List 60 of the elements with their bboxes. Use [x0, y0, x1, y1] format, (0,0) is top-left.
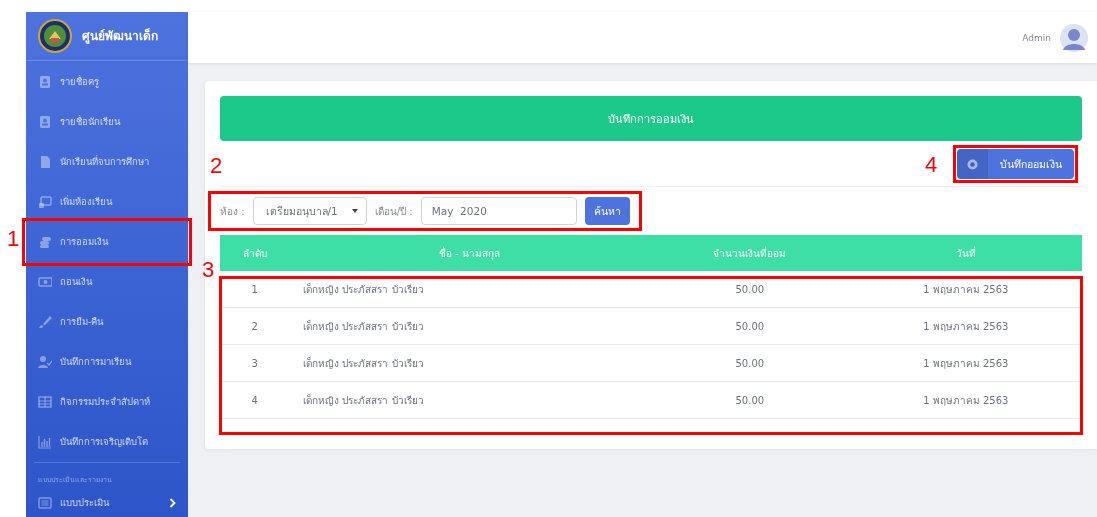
avatar-icon[interactable]: [1059, 22, 1089, 53]
sidebar-item[interactable]: รายชื่อครู: [26, 61, 188, 102]
table-cell: 1 พฤษภาคม 2563: [849, 307, 1082, 345]
sidebar-item[interactable]: บันทึกการเจริญเติบโต: [26, 421, 188, 462]
month-field[interactable]: May 2020: [420, 197, 577, 225]
table-cell: เด็กหญิง ประภัสสรา บัวเรียว: [289, 344, 650, 382]
page-banner: บันทึกการออมเงิน: [220, 96, 1082, 141]
callout-number: 3: [202, 259, 215, 281]
sidebar-item[interactable]: รายชื่อนักเรียน: [26, 101, 188, 142]
chevron-right-icon: [169, 497, 176, 508]
table-cell: 3: [220, 344, 290, 382]
table-cell: 1 พฤษภาคม 2563: [849, 344, 1082, 382]
contact-card-icon: [38, 74, 52, 89]
bar-chart-icon: [38, 434, 52, 449]
column-header: ลำดับ: [220, 235, 290, 271]
table-cell: 1: [220, 271, 290, 308]
month-label: เดือน/ปี :: [374, 204, 413, 219]
table-cell: 4: [220, 381, 290, 419]
list-icon: [38, 495, 52, 510]
coins-icon: [38, 234, 52, 249]
file-icon: [38, 154, 52, 169]
table-cell: 50.00: [649, 307, 850, 345]
banknote-icon: [38, 274, 52, 289]
callout-number: 1: [7, 227, 20, 250]
coin-icon: [967, 158, 978, 170]
table-cell: 50.00: [649, 344, 850, 382]
save-deposit-button[interactable]: บันทึกออมเงิน: [957, 149, 1074, 179]
brush-icon: [38, 314, 52, 329]
room-label: ห้อง :: [220, 204, 245, 219]
user-check-icon: [38, 354, 52, 369]
sidebar-item[interactable]: บันทึกการมาเรียน: [26, 341, 188, 382]
sidebar-item[interactable]: ถอนเงิน: [26, 261, 188, 302]
sidebar-item[interactable]: เพิ่มห้องเรียน: [26, 181, 188, 222]
caret-icon: [351, 209, 358, 213]
table-cell: 2: [220, 307, 290, 345]
table-cell: เด็กหญิง ประภัสสรา บัวเรียว: [289, 271, 650, 308]
callout-number: 2: [210, 155, 223, 177]
column-header: ชื่อ - นามสกุล: [289, 235, 650, 271]
search-button[interactable]: ค้นหา: [584, 197, 630, 225]
table-cell: 1 พฤษภาคม 2563: [849, 381, 1082, 419]
contact-card-icon: [38, 114, 52, 129]
sidebar-item[interactable]: นักเรียนที่จบการศึกษา: [26, 141, 188, 182]
user-name: Admin: [1022, 32, 1051, 43]
table-icon: [38, 394, 52, 409]
table-cell: เด็กหญิง ประภัสสรา บัวเรียว: [289, 381, 650, 419]
column-header: วันที่: [849, 235, 1082, 271]
table-cell: 50.00: [649, 381, 850, 419]
column-header: จำนวนเงินที่ออม: [649, 235, 850, 271]
table-cell: 50.00: [649, 271, 850, 308]
sidebar-item[interactable]: แบบประเมิน: [26, 488, 188, 517]
callout-number: 4: [925, 154, 938, 176]
room-select[interactable]: เตรียมอนุบาล/1: [252, 197, 367, 225]
sidebar-item[interactable]: กิจกรรมประจำสัปดาห์: [26, 381, 188, 422]
emblem-logo: [38, 18, 72, 53]
screen-icon: [38, 194, 52, 209]
sidebar-item[interactable]: การออมเงิน: [26, 221, 188, 262]
brand-title: ศูนย์พัฒนาเด็ก: [82, 27, 158, 46]
sidebar-item[interactable]: การยืม-คืน: [26, 301, 188, 342]
table-cell: 1 พฤษภาคม 2563: [849, 271, 1082, 308]
table-cell: เด็กหญิง ประภัสสรา บัวเรียว: [289, 307, 650, 345]
